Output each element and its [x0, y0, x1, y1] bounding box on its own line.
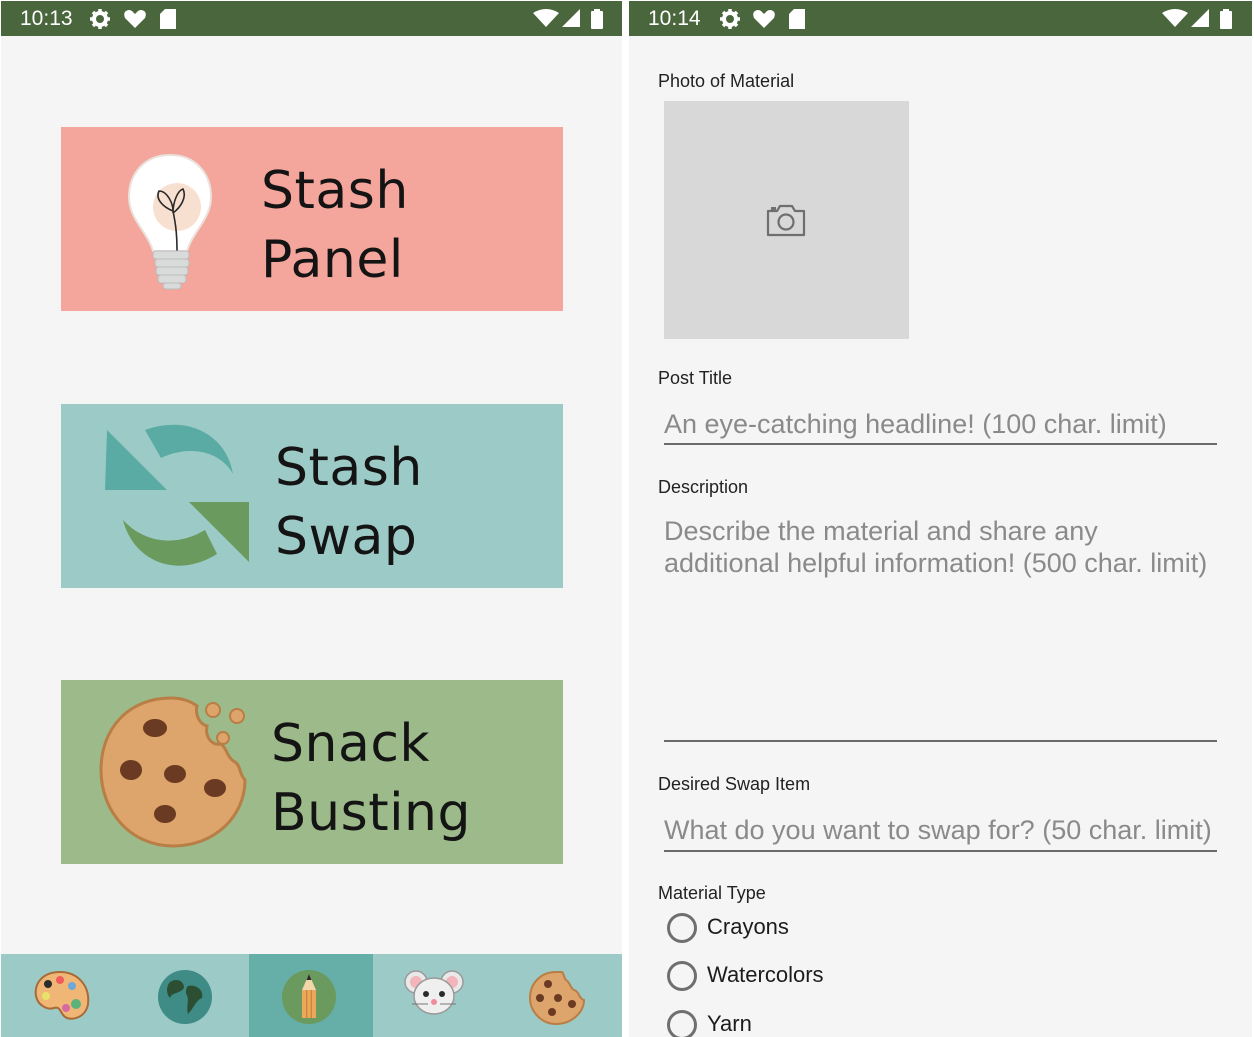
cookie-icon: [99, 696, 247, 848]
new-post-screen: 10:14 Photo of Material Post Title Desc: [629, 1, 1252, 1037]
settings-gear-icon: [720, 9, 740, 29]
palette-icon: [34, 970, 90, 1020]
status-bar: 10:13: [1, 1, 622, 36]
settings-gear-icon: [90, 9, 110, 29]
nav-item-mouse[interactable]: [373, 954, 497, 1037]
card-title-line1: Stash: [261, 161, 409, 221]
sd-card-icon: [789, 9, 805, 29]
description-input[interactable]: [664, 515, 1217, 742]
radio-label: Watercolors: [707, 962, 824, 987]
desired-swap-label: Desired Swap Item: [658, 774, 811, 794]
card-title-line2: Busting: [271, 783, 472, 843]
radio-label: Yarn: [707, 1011, 752, 1036]
radio-button[interactable]: [667, 1010, 697, 1037]
camera-icon: [766, 204, 806, 237]
card-title-line2: Panel: [261, 230, 404, 290]
stash-swap-card[interactable]: Stash Swap: [61, 404, 563, 588]
photo-upload-box[interactable]: [664, 101, 909, 339]
globe-icon: [158, 970, 212, 1024]
post-title-input[interactable]: [664, 405, 1217, 445]
cell-signal-icon: [562, 9, 580, 27]
lightbulb-icon: [127, 153, 213, 290]
bottom-navigation: [1, 954, 622, 1037]
sd-card-icon: [160, 9, 176, 29]
post-title-label: Post Title: [658, 368, 733, 388]
snack-busting-card[interactable]: Snack Busting: [61, 680, 563, 864]
swap-arrows-icon: [105, 424, 249, 566]
shield-heart-icon: [753, 10, 775, 28]
radio-label: Crayons: [707, 914, 789, 939]
card-title-line1: Snack: [271, 714, 431, 774]
status-time: 10:14: [648, 7, 701, 30]
stash-panel-card[interactable]: Stash Panel: [61, 127, 563, 311]
card-title-line1: Stash: [275, 438, 423, 498]
shield-heart-icon: [124, 10, 146, 28]
status-bar: 10:14: [629, 1, 1252, 36]
pencil-icon: [282, 970, 336, 1024]
photo-label: Photo of Material: [658, 71, 795, 91]
status-time: 10:13: [20, 7, 73, 30]
nav-item-palette[interactable]: [1, 954, 125, 1037]
cookie-icon: [528, 971, 586, 1026]
card-title-line2: Swap: [275, 507, 418, 567]
nav-item-pencil[interactable]: [249, 954, 373, 1037]
description-label: Description: [658, 477, 749, 497]
mouse-icon: [404, 970, 464, 1015]
battery-icon: [1220, 9, 1232, 29]
radio-button[interactable]: [667, 913, 697, 943]
material-type-label: Material Type: [658, 883, 766, 903]
nav-item-globe[interactable]: [125, 954, 249, 1037]
radio-button[interactable]: [667, 961, 697, 991]
desired-swap-input[interactable]: [664, 811, 1217, 852]
home-screen: 10:13 Stash Panel Stash Swap Snack Busti…: [1, 1, 622, 1037]
battery-icon: [591, 9, 603, 29]
wifi-icon: [1162, 9, 1188, 27]
nav-item-cookie[interactable]: [497, 954, 622, 1037]
wifi-icon: [533, 9, 559, 27]
cell-signal-icon: [1191, 9, 1209, 27]
